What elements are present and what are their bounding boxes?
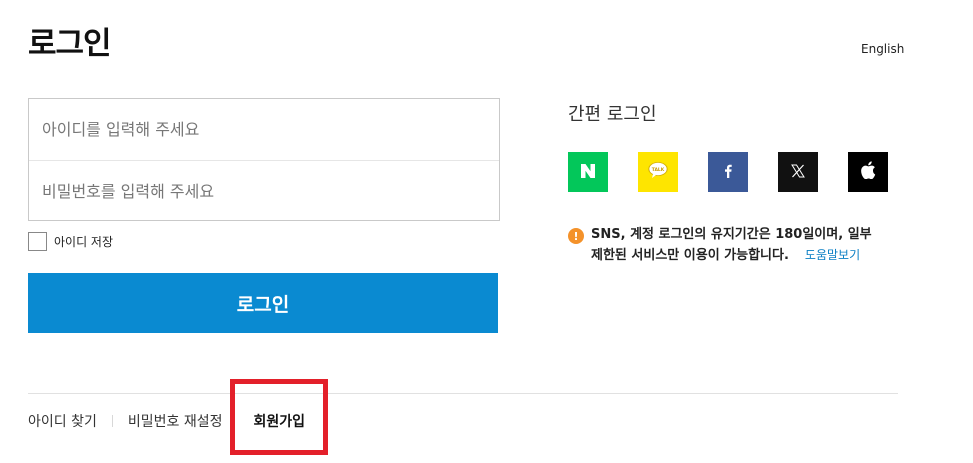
sns-login-title: 간편 로그인 (568, 104, 657, 125)
language-link-english[interactable]: English (861, 42, 904, 56)
notice-line-2: 제한된 서비스만 이용이 가능합니다. 도움말보기 (591, 245, 872, 266)
reset-password-link[interactable]: 비밀번호 재설정 (128, 411, 223, 431)
naver-login-button[interactable] (568, 152, 608, 192)
find-id-link[interactable]: 아이디 찾기 (28, 411, 97, 431)
id-input[interactable] (29, 99, 499, 160)
kakao-icon-text: TALK (652, 167, 665, 173)
naver-icon (581, 163, 595, 182)
signup-highlight-box (230, 379, 328, 455)
facebook-icon (723, 163, 733, 182)
link-separator (111, 415, 113, 427)
login-form (28, 98, 500, 222)
facebook-login-button[interactable] (708, 152, 748, 192)
password-input[interactable] (29, 161, 499, 222)
apple-login-button[interactable] (848, 152, 888, 192)
kakao-login-button[interactable]: TALK (638, 152, 678, 192)
page-title: 로그인 (28, 26, 112, 62)
bottom-divider (28, 393, 898, 394)
sns-notice: ! SNS, 계정 로그인의 유지기간은 180일이며, 일부 제한된 서비스만… (568, 225, 872, 266)
save-id-checkbox[interactable] (28, 232, 47, 251)
info-icon: ! (568, 228, 584, 244)
help-link[interactable]: 도움말보기 (805, 248, 860, 262)
login-button[interactable]: 로그인 (28, 273, 498, 333)
sns-login-buttons: TALK (568, 152, 888, 192)
notice-line-1: SNS, 계정 로그인의 유지기간은 180일이며, 일부 (591, 227, 872, 242)
save-id-label: 아이디 저장 (54, 235, 114, 249)
x-icon (791, 163, 805, 182)
notice-line-2-text: 제한된 서비스만 이용이 가능합니다. (591, 248, 789, 263)
save-id-option[interactable]: 아이디 저장 (28, 232, 113, 251)
sns-notice-text: SNS, 계정 로그인의 유지기간은 180일이며, 일부 제한된 서비스만 이… (591, 225, 872, 266)
x-login-button[interactable] (778, 152, 818, 192)
kakao-talk-icon: TALK (647, 161, 669, 183)
apple-icon (860, 161, 876, 183)
